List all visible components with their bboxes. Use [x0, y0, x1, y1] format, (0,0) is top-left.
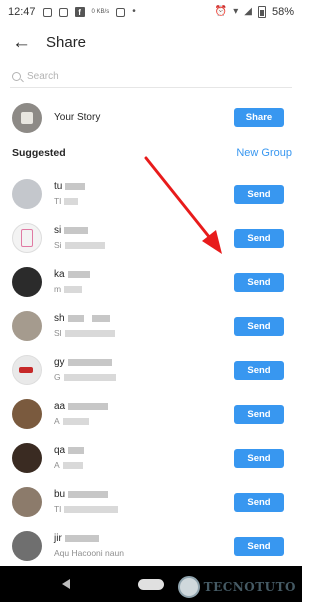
avatar — [12, 223, 42, 253]
list-item: ka m Send — [0, 260, 302, 304]
your-story-row: Your Story Share — [0, 96, 302, 140]
more-notifications-icon: • — [132, 6, 136, 17]
gallery-icon — [58, 7, 68, 17]
list-item: gy G Send — [0, 348, 302, 392]
avatar — [12, 355, 42, 385]
send-button[interactable]: Send — [234, 317, 284, 336]
send-button[interactable]: Send — [234, 449, 284, 468]
avatar — [12, 399, 42, 429]
list-item: qa A Send — [0, 436, 302, 480]
alarm-icon: ⏰ — [214, 6, 228, 17]
contact-username: Tl — [54, 196, 62, 206]
list-item: aa A Send — [0, 392, 302, 436]
wifi-icon: ▾ — [233, 6, 239, 17]
notification-icon — [116, 7, 126, 17]
contact-name: gy — [54, 357, 65, 368]
contact-name: si — [54, 225, 62, 236]
arrow-left-icon[interactable]: ← — [12, 33, 38, 52]
send-button[interactable]: Send — [234, 185, 284, 204]
avatar — [12, 267, 42, 297]
app-header: ← Share — [0, 24, 302, 60]
contact-username: A — [54, 416, 60, 426]
tecnotuto-logo-icon — [177, 576, 200, 598]
contact-username: A — [54, 460, 60, 470]
suggested-section-header: Suggested New Group — [12, 147, 292, 159]
contact-name: bu — [54, 489, 66, 500]
network-speed: 0 KB/s — [91, 9, 110, 15]
contact-username: Si — [54, 240, 62, 250]
section-title: Suggested — [12, 147, 66, 159]
list-item: tu Tl Send — [0, 172, 302, 216]
list-item: bu Tl Send — [0, 480, 302, 524]
contact-name: aa — [54, 401, 66, 412]
list-item: jir Aqu Hacooni naun Send — [0, 524, 302, 568]
avatar — [12, 487, 42, 517]
battery-icon — [257, 6, 266, 18]
page-title: Share — [46, 33, 87, 51]
contact-name: tu — [54, 181, 63, 192]
status-time: 12:47 — [8, 6, 36, 18]
contact-username: m — [54, 284, 62, 294]
contact-username: G — [54, 372, 61, 382]
share-button[interactable]: Share — [234, 108, 284, 127]
avatar — [12, 103, 42, 133]
avatar — [12, 311, 42, 341]
contact-name: qa — [54, 445, 66, 456]
avatar — [12, 179, 42, 209]
contact-username: Aqu Hacooni naun — [54, 548, 124, 558]
send-button[interactable]: Send — [234, 273, 284, 292]
send-button[interactable]: Send — [234, 405, 284, 424]
search-input[interactable] — [27, 71, 277, 82]
nav-home-icon[interactable] — [138, 578, 164, 590]
list-item: sh Sl Send — [0, 304, 302, 348]
your-story-label: Your Story — [54, 112, 101, 123]
nav-back-icon[interactable] — [62, 579, 70, 589]
send-button[interactable]: Send — [234, 537, 284, 556]
message-icon — [42, 7, 52, 17]
avatar — [12, 443, 42, 473]
contact-username: Tl — [54, 504, 62, 514]
avatar — [12, 531, 42, 561]
send-button[interactable]: Send — [234, 361, 284, 380]
contact-name: sh — [54, 313, 65, 324]
watermark: TECNOTUTO — [177, 576, 296, 598]
send-button[interactable]: Send — [234, 229, 284, 248]
search-bar[interactable] — [10, 66, 292, 88]
battery-percent: 58% — [271, 6, 294, 18]
signal-icon: ◢ — [244, 6, 252, 17]
status-bar: 12:47 f 0 KB/s • ⏰ ▾ ◢ 58% — [0, 0, 302, 24]
list-item: si Si Send — [0, 216, 302, 260]
contact-username: Sl — [54, 328, 62, 338]
search-icon — [12, 72, 21, 81]
watermark-text: TECNOTUTO — [203, 580, 296, 594]
new-group-link[interactable]: New Group — [236, 147, 292, 159]
send-button[interactable]: Send — [234, 493, 284, 512]
facebook-icon: f — [74, 7, 85, 17]
contact-name: ka — [54, 269, 65, 280]
contact-name: jir — [54, 533, 62, 544]
